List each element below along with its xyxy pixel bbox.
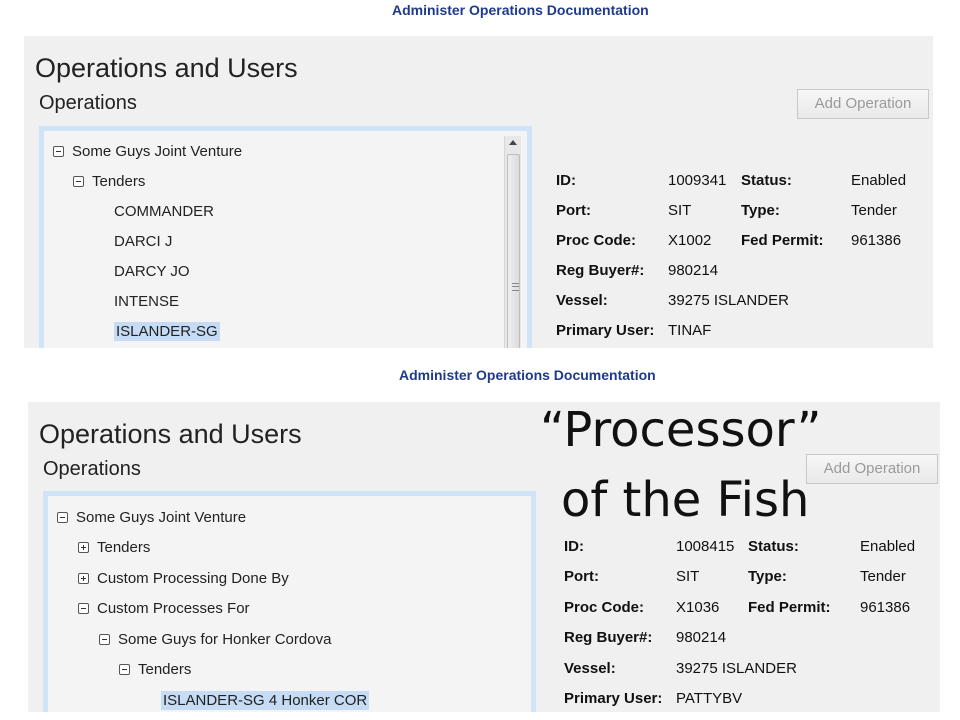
fed-permit-value: 961386 [851, 232, 902, 249]
status-value: Enabled [860, 538, 916, 555]
proc-code-value: X1036 [676, 599, 720, 616]
screenshot-panel-1: Operations and Users Operations Add Oper… [24, 36, 933, 348]
id-label: ID: [564, 538, 584, 555]
doc-title: Administer Operations Documentation [392, 2, 649, 18]
type-label: Type: [748, 568, 787, 585]
reg-buyer-label: Reg Buyer#: [556, 262, 645, 279]
primary-user-label: Primary User: [564, 690, 663, 707]
annotation-line-1: “Processor” [540, 402, 822, 458]
port-label: Port: [564, 568, 599, 585]
proc-code-value: X1002 [668, 232, 712, 249]
vessel-label: Vessel: [556, 292, 608, 309]
primary-user-value: PATTYBV [676, 690, 743, 707]
type-value: Tender [860, 568, 906, 585]
vessel-value: 39275 ISLANDER [668, 292, 789, 309]
operation-details: ID: 1009341 Status: Enabled Port: SIT Ty… [24, 36, 933, 348]
vessel-label: Vessel: [564, 660, 616, 677]
fed-permit-value: 961386 [860, 599, 911, 616]
reg-buyer-value: 980214 [668, 262, 719, 279]
status-value: Enabled [851, 172, 907, 189]
primary-user-label: Primary User: [556, 322, 655, 339]
doc-title: Administer Operations Documentation [399, 367, 656, 383]
id-value: 1009341 [668, 172, 727, 189]
id-value: 1008415 [676, 538, 735, 555]
vessel-value: 39275 ISLANDER [676, 660, 797, 677]
annotation-line-2: of the Fish [561, 472, 810, 528]
proc-code-label: Proc Code: [556, 232, 637, 249]
reg-buyer-label: Reg Buyer#: [564, 629, 653, 646]
reg-buyer-value: 980214 [676, 629, 727, 646]
status-label: Status: [748, 538, 799, 555]
type-label: Type: [741, 202, 780, 219]
status-label: Status: [741, 172, 792, 189]
primary-user-value: TINAF [668, 322, 712, 339]
fed-permit-label: Fed Permit: [748, 599, 831, 616]
id-label: ID: [556, 172, 576, 189]
port-label: Port: [556, 202, 591, 219]
type-value: Tender [851, 202, 897, 219]
port-value: SIT [668, 202, 692, 219]
proc-code-label: Proc Code: [564, 599, 645, 616]
port-value: SIT [676, 568, 700, 585]
fed-permit-label: Fed Permit: [741, 232, 824, 249]
